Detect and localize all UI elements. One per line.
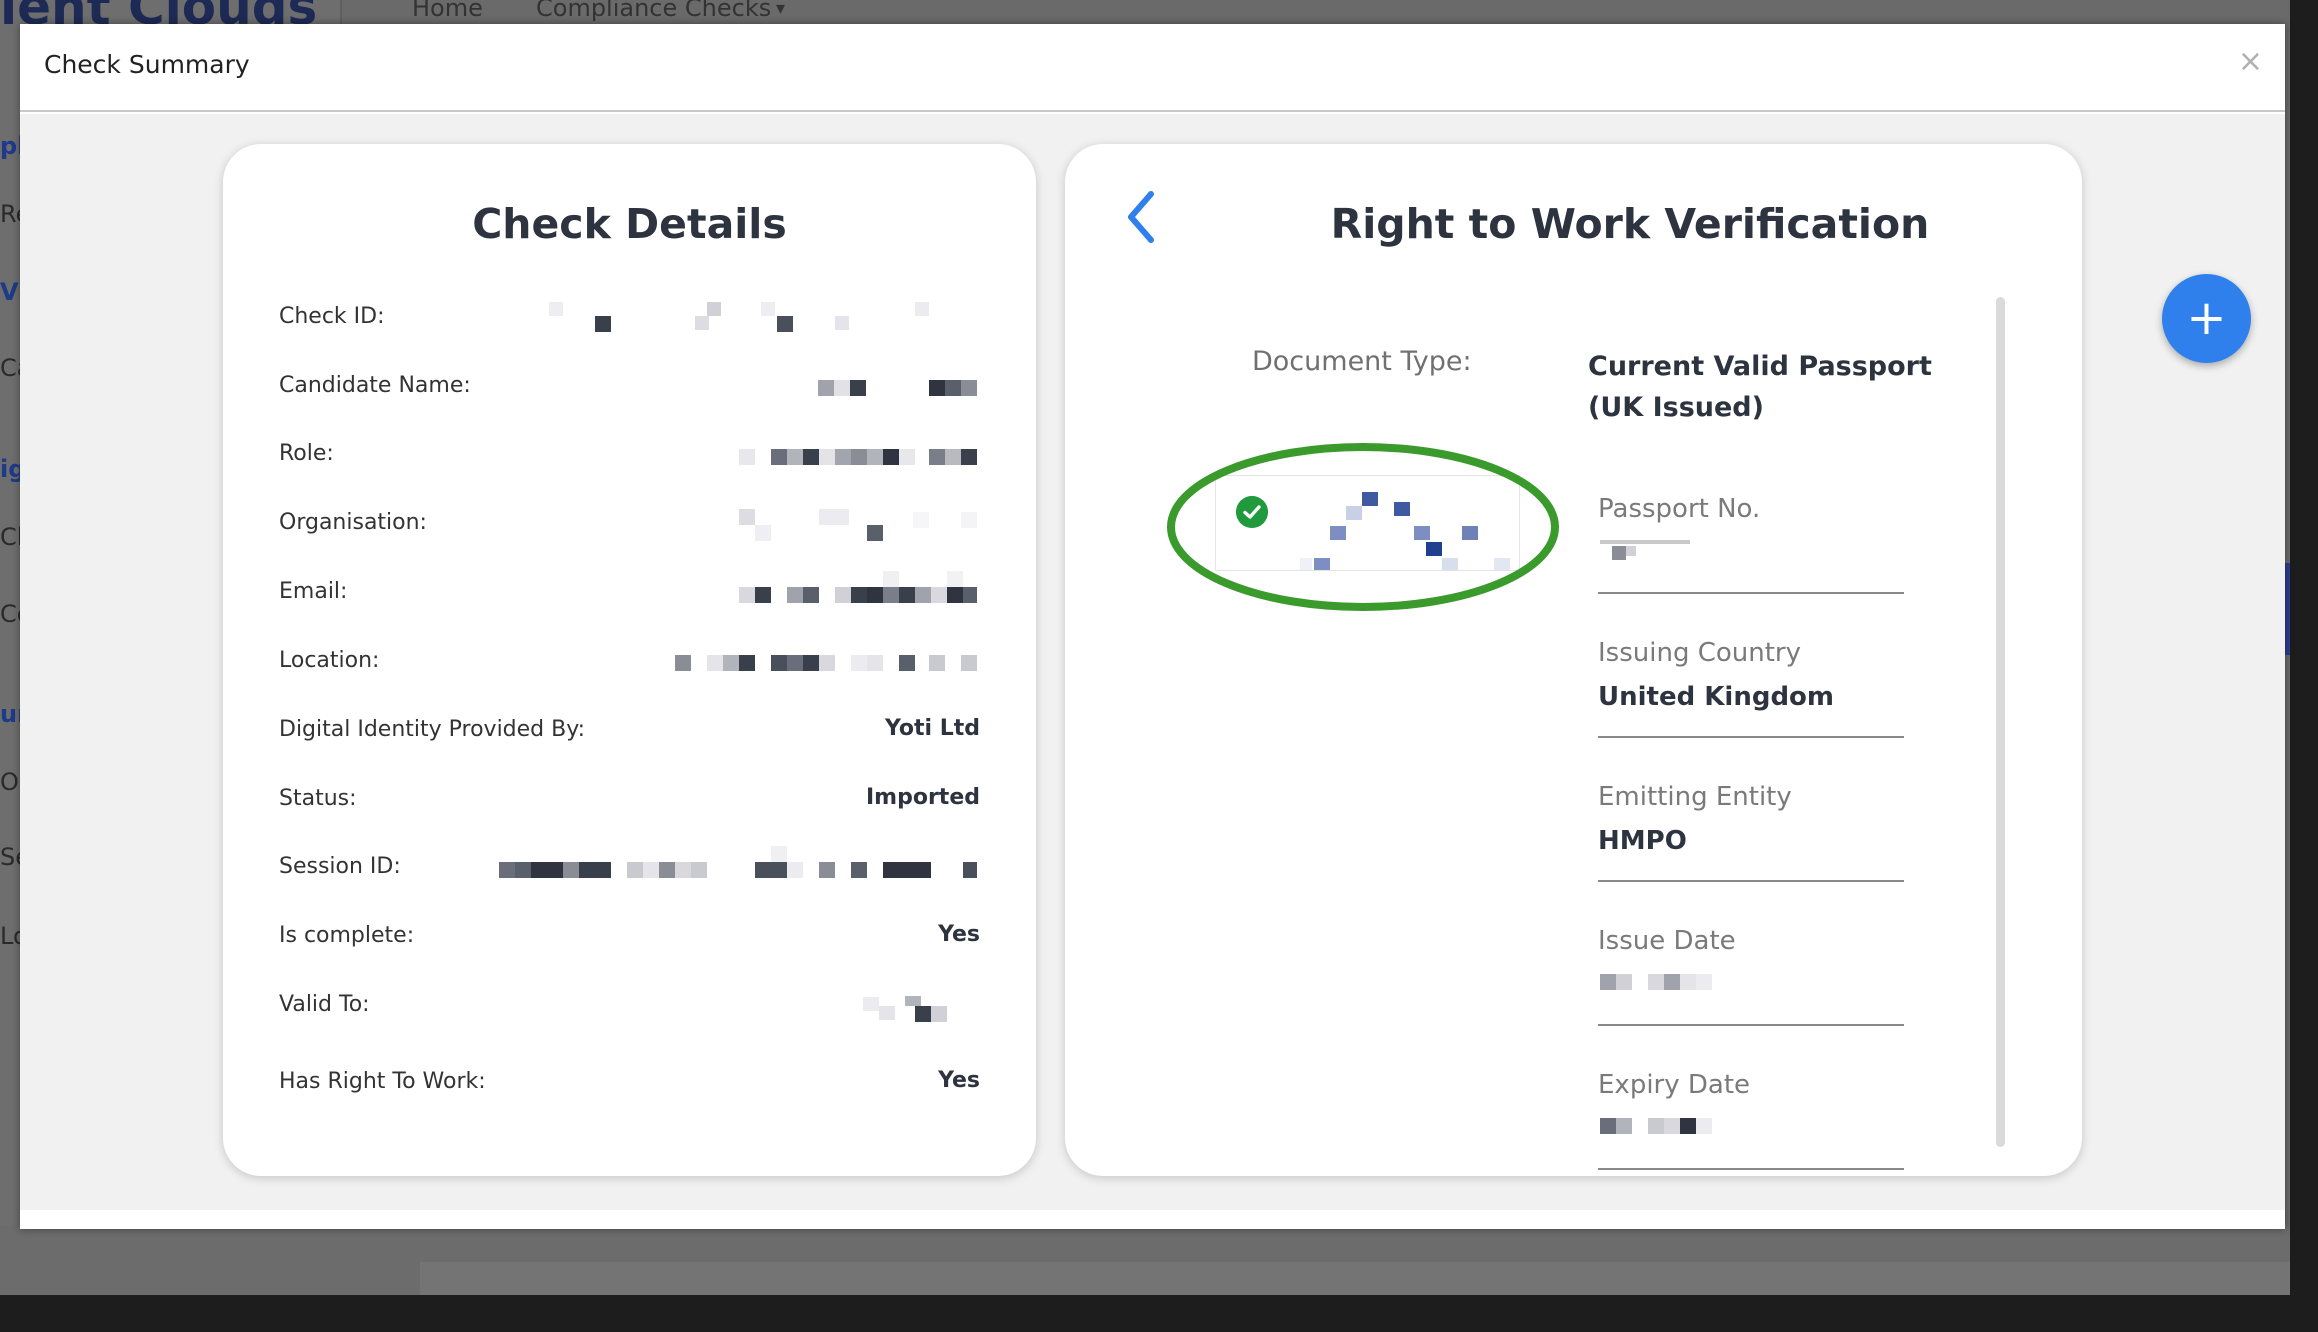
check-summary-modal: Check Summary × Check Details Check ID: … (20, 24, 2285, 1229)
highlight-annotation (1167, 443, 1559, 611)
modal-body: Check Details Check ID: Candidate Name: … (20, 114, 2285, 1210)
check-details-card: Check Details Check ID: Candidate Name: … (223, 144, 1036, 1176)
modal-header: Check Summary × (20, 24, 2285, 112)
role-label: Role: (279, 441, 334, 466)
issuing-country-field[interactable]: Issuing Country United Kingdom (1598, 638, 1904, 738)
location-label: Location: (279, 648, 380, 673)
check-details-title: Check Details (472, 200, 787, 248)
background-footer-content (420, 1262, 2290, 1295)
candidate-name-label: Candidate Name: (279, 373, 471, 398)
plus-icon: + (2186, 290, 2227, 346)
document-type-value: Current Valid Passport (UK Issued) (1588, 351, 1932, 423)
emitting-entity-label: Emitting Entity (1598, 782, 1792, 812)
background-nav-home: Home (412, 0, 483, 22)
background-nav-caret-icon: ▾ (776, 0, 786, 19)
emitting-entity-value: HMPO (1598, 826, 1687, 856)
document-type-label: Document Type: (1252, 346, 1472, 377)
passport-number-label: Passport No. (1598, 494, 1761, 524)
session-id-label: Session ID: (279, 854, 401, 879)
is-complete-label: Is complete: (279, 923, 415, 948)
card-scrollbar[interactable] (1996, 297, 2005, 1147)
close-icon[interactable]: × (2238, 44, 2263, 79)
organisation-label: Organisation: (279, 510, 427, 535)
expiry-date-label: Expiry Date (1598, 1070, 1751, 1100)
is-complete-value: Yes (938, 922, 980, 947)
valid-to-label: Valid To: (279, 992, 370, 1017)
issuing-country-label: Issuing Country (1598, 638, 1801, 668)
email-label: Email: (279, 579, 348, 604)
passport-number-field[interactable]: Passport No. (1598, 494, 1904, 594)
status-label: Status: (279, 786, 357, 811)
identity-provider-value: Yoti Ltd (884, 716, 980, 741)
issuing-country-value: United Kingdom (1598, 682, 1835, 712)
has-right-to-work-label: Has Right To Work: (279, 1069, 486, 1094)
emitting-entity-field[interactable]: Emitting Entity HMPO (1598, 782, 1904, 882)
background-nav-compliance: Compliance Checks (536, 0, 772, 22)
window-edge (2290, 0, 2318, 1332)
issue-date-field[interactable]: Issue Date (1598, 926, 1904, 1026)
expiry-date-field[interactable]: Expiry Date (1598, 1070, 1904, 1170)
status-value: Imported (865, 785, 980, 810)
identity-provider-label: Digital Identity Provided By: (279, 717, 586, 742)
window-edge (0, 1295, 2318, 1332)
right-to-work-title: Right to Work Verification (1330, 200, 1930, 248)
modal-title: Check Summary (44, 50, 250, 79)
issue-date-label: Issue Date (1598, 926, 1736, 956)
add-button[interactable]: + (2162, 274, 2251, 363)
right-to-work-card: Right to Work Verification Document Type… (1065, 144, 2082, 1176)
has-right-to-work-value: Yes (938, 1068, 980, 1093)
check-id-label: Check ID: (279, 304, 385, 329)
